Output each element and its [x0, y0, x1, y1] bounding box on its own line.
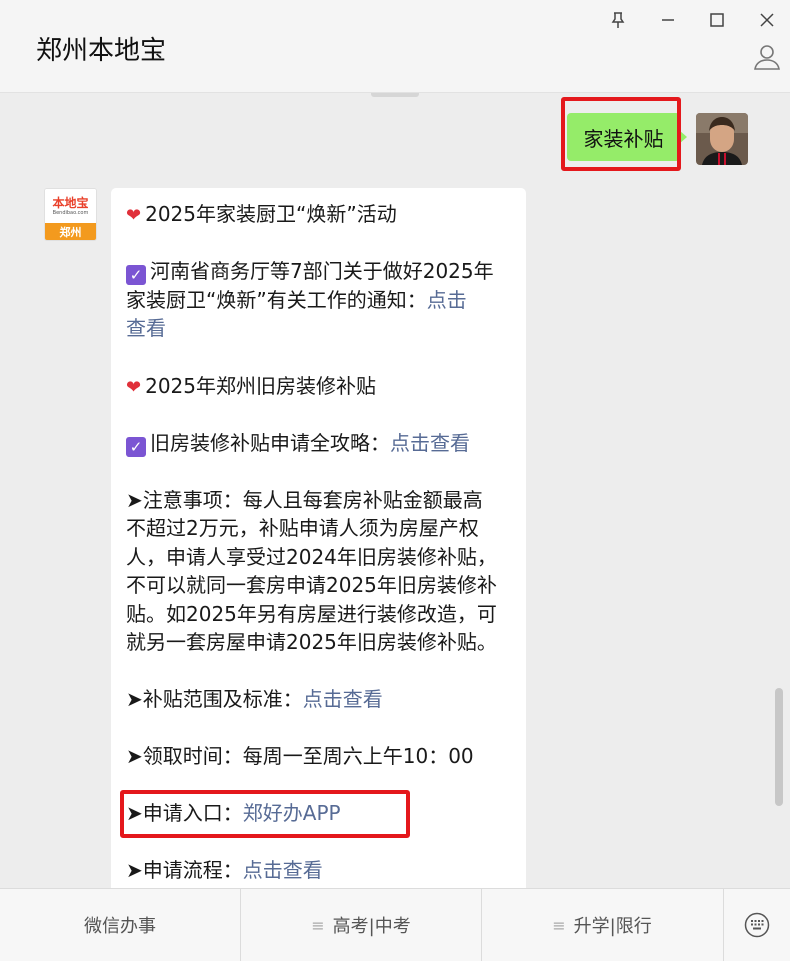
bottom-menu: 微信办事 ≡ 高考|中考 ≡ 升学|限行: [0, 888, 790, 961]
notice-line-1: ✓ 河南省商务厅等7部门关于做好2025年: [126, 257, 494, 285]
checkbox-icon: ✓: [126, 265, 146, 285]
chat-area[interactable]: 家装补贴 本地宝 Bendibao.com 郑州 ❤ 2025年家装厨卫“焕新”活…: [0, 93, 790, 888]
highlight-box: [120, 790, 410, 838]
pin-icon[interactable]: [606, 8, 630, 32]
notes-line: 不超过2万元，补贴申请人须为房屋产权: [126, 516, 479, 540]
scrollbar[interactable]: [775, 688, 785, 808]
heart-icon: ❤: [126, 205, 142, 226]
heading-home-renewal: ❤ 2025年家装厨卫“焕新”活动: [126, 202, 397, 226]
menu-icon: ≡: [552, 915, 566, 935]
notes-line: 贴。如2025年另有房屋进行装修改造，可: [126, 602, 497, 626]
notice-line-3: 查看: [126, 314, 166, 342]
notes-line: ➤注意事项：每人且每套房补贴金额最高: [126, 488, 483, 512]
checkbox-icon: ✓: [126, 437, 146, 457]
keyboard-icon[interactable]: [724, 889, 790, 961]
menu-item-school-traffic[interactable]: ≡ 升学|限行: [482, 889, 722, 961]
close-icon[interactable]: [755, 8, 779, 32]
notes-line: 不可以就同一套房申请2025年旧房装修补: [126, 573, 497, 597]
scope-line: ➤补贴范围及标准：点击查看: [126, 687, 383, 711]
heading-old-house: ❤ 2025年郑州旧房装修补贴: [126, 374, 376, 398]
user-avatar[interactable]: [696, 113, 748, 165]
menu-item-exams[interactable]: ≡ 高考|中考: [241, 889, 481, 961]
process-link[interactable]: 点击查看: [243, 858, 323, 882]
highlight-box: [561, 97, 681, 171]
notice-line-2: 家装厨卫“焕新”有关工作的通知：点击: [126, 288, 467, 312]
bot-city-label: 郑州: [45, 223, 96, 240]
process-line: ➤申请流程：点击查看: [126, 858, 323, 882]
notice-link-cont[interactable]: 查看: [126, 316, 166, 340]
guide-line: ✓ 旧房装修补贴申请全攻略：点击查看: [126, 429, 470, 457]
notes-line: 就另一套房屋申请2025年旧房装修补贴。: [126, 630, 497, 654]
menu-item-wechat-service[interactable]: 微信办事: [0, 889, 240, 961]
notice-link[interactable]: 点击: [427, 288, 467, 312]
bendibao-logo: 本地宝 Bendibao.com: [45, 189, 96, 223]
chat-title: 郑州本地宝: [36, 36, 167, 66]
minimize-icon[interactable]: [656, 8, 680, 32]
notes-line: 人，申请人享受过2024年旧房装修补贴，: [126, 545, 497, 569]
heart-icon: ❤: [126, 377, 142, 398]
time-line: ➤领取时间：每周一至周六上午10：00: [126, 744, 474, 768]
scope-link[interactable]: 点击查看: [303, 687, 383, 711]
chat-header: 郑州本地宝: [0, 0, 790, 93]
scroll-notch: [371, 93, 419, 97]
profile-icon[interactable]: [752, 42, 782, 72]
scrollbar-thumb[interactable]: [775, 688, 783, 806]
maximize-icon[interactable]: [705, 8, 729, 32]
bot-avatar[interactable]: 本地宝 Bendibao.com 郑州: [44, 188, 97, 241]
guide-link[interactable]: 点击查看: [390, 431, 470, 455]
menu-icon: ≡: [311, 915, 325, 935]
